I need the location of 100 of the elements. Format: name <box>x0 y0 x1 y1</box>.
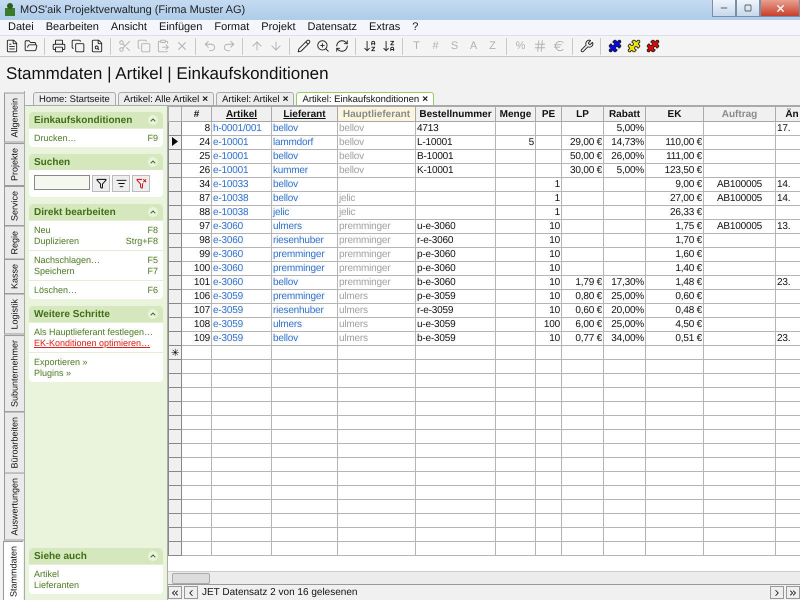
printer-button[interactable] <box>50 38 67 54</box>
horizontal-scrollbar[interactable] <box>168 571 800 584</box>
task-link[interactable]: Plugins » <box>34 368 72 378</box>
menu-item[interactable]: Bearbeiten <box>40 20 105 35</box>
side-tab[interactable]: Auswertungen <box>4 473 24 541</box>
menu-item[interactable]: ? <box>406 20 424 35</box>
minimize-button[interactable] <box>712 0 736 17</box>
wrench-button[interactable] <box>578 38 595 54</box>
menu-item[interactable]: Einfügen <box>152 20 208 35</box>
collapse-button[interactable] <box>148 551 158 561</box>
side-tab[interactable]: Logistik <box>4 294 24 335</box>
task-link[interactable]: Löschen… <box>34 285 78 295</box>
table-cell: 20,00% <box>604 304 646 318</box>
document-tab[interactable]: Home: Startseite <box>33 92 116 105</box>
maximize-button[interactable] <box>736 0 760 17</box>
menu-item[interactable]: Format <box>208 20 256 35</box>
folder-icon <box>24 39 38 53</box>
table-cell: b-e-3060 <box>416 276 496 290</box>
column-header[interactable]: Än <box>776 106 800 122</box>
task-link[interactable]: Nachschlagen… <box>34 255 100 265</box>
table-cell: u-e-3059 <box>416 318 496 332</box>
column-header[interactable]: Bestellnummer <box>416 106 496 122</box>
table-cell: ulmers <box>338 290 416 304</box>
filter-button[interactable] <box>92 175 110 192</box>
collapse-button[interactable] <box>148 309 158 319</box>
table-cell: e-3059 <box>212 304 272 318</box>
menu-item[interactable]: Projekt <box>255 20 302 35</box>
table-cell: 0,51 € <box>646 332 704 346</box>
side-tab[interactable]: Büroarbeiten <box>4 412 24 474</box>
task-link[interactable]: Artikel <box>34 569 60 579</box>
side-tab[interactable]: Allgemein <box>4 93 24 143</box>
side-tab[interactable]: Kasse <box>4 259 24 294</box>
scroll-thumb[interactable] <box>172 572 210 584</box>
document-tab[interactable]: Artikel: Einkaufskonditionen × <box>296 92 434 105</box>
copy-button[interactable] <box>69 38 86 54</box>
column-header[interactable]: EK <box>646 106 704 122</box>
task-link[interactable]: Drucken… <box>34 133 77 143</box>
column-header[interactable]: Lieferant <box>272 106 338 122</box>
menu-item[interactable]: Datei <box>2 20 40 35</box>
close-button[interactable] <box>760 0 800 17</box>
table-cell: e-10038 <box>212 192 272 206</box>
zoom-icon <box>316 39 330 53</box>
clear-filter-button[interactable] <box>132 175 150 192</box>
table-cell: bellov <box>272 332 338 346</box>
collapse-button[interactable] <box>148 157 158 167</box>
table-cell: 4,50 € <box>646 318 704 332</box>
shortcut-label: Strg+F8 <box>126 236 158 246</box>
pencil-button[interactable] <box>295 38 312 54</box>
column-header[interactable]: Artikel <box>212 106 272 122</box>
table-cell: 34,00% <box>604 332 646 346</box>
side-tab[interactable]: Stammdaten <box>3 540 23 600</box>
table-cell: 8 <box>182 122 212 136</box>
task-link[interactable]: Lieferanten <box>34 580 80 590</box>
task-link[interactable]: Neu <box>34 225 51 235</box>
panel-title: Einkaufskonditionen <box>34 114 132 126</box>
menu-item[interactable]: Extras <box>363 20 406 35</box>
table-cell: premminger <box>338 220 416 234</box>
previous-record-button[interactable] <box>184 586 198 599</box>
column-header[interactable]: Rabatt <box>604 106 646 122</box>
table-cell: 10 <box>536 332 562 346</box>
document-tab[interactable]: Artikel: Artikel × <box>216 92 294 105</box>
task-link[interactable]: Exportieren » <box>34 357 88 367</box>
side-tab[interactable]: Projekte <box>4 142 24 186</box>
side-tab[interactable]: Regie <box>4 226 24 260</box>
table-cell: AB100005 <box>704 192 776 206</box>
task-link[interactable]: Als Hauptlieferant festlegen… <box>34 327 154 337</box>
table-cell: 5,00% <box>604 164 646 178</box>
side-tab[interactable]: Subunternehmer <box>4 334 24 412</box>
side-tab[interactable]: Service <box>4 186 24 226</box>
last-record-button[interactable] <box>786 586 800 599</box>
refresh-icon <box>334 39 348 53</box>
task-link[interactable]: EK-Konditionen optimieren… <box>34 338 150 348</box>
table-cell: r-e-3060 <box>416 234 496 248</box>
collapse-button[interactable] <box>148 207 158 217</box>
paste-icon <box>156 39 170 53</box>
first-record-button[interactable] <box>168 586 182 599</box>
table-cell: 23. <box>776 332 800 346</box>
column-header[interactable]: Menge <box>496 106 536 122</box>
table-cell: lammdorf <box>272 136 338 150</box>
printer-icon <box>52 39 66 53</box>
menu-item[interactable]: Datensatz <box>302 20 364 35</box>
task-link[interactable]: Duplizieren <box>34 236 80 246</box>
wrench-icon <box>580 39 594 53</box>
document-tab[interactable]: Artikel: Alle Artikel × <box>118 92 214 105</box>
task-link[interactable]: Speichern <box>34 266 75 276</box>
table-cell: e-3060 <box>212 248 272 262</box>
column-header[interactable]: LP <box>562 106 604 122</box>
column-header[interactable]: PE <box>536 106 562 122</box>
column-header[interactable]: # <box>182 106 212 122</box>
next-record-button[interactable] <box>770 586 784 599</box>
table-cell: 10 <box>536 234 562 248</box>
currency-icon <box>552 39 566 53</box>
table-cell: 9,00 € <box>646 178 704 192</box>
list-filter-button[interactable] <box>112 175 130 192</box>
menu-item[interactable]: Ansicht <box>104 20 153 35</box>
table-cell: 1,75 € <box>646 220 704 234</box>
pencil-icon <box>296 39 310 53</box>
collapse-button[interactable] <box>148 115 158 125</box>
list-filter-icon <box>116 178 126 189</box>
search-field[interactable] <box>34 175 90 190</box>
